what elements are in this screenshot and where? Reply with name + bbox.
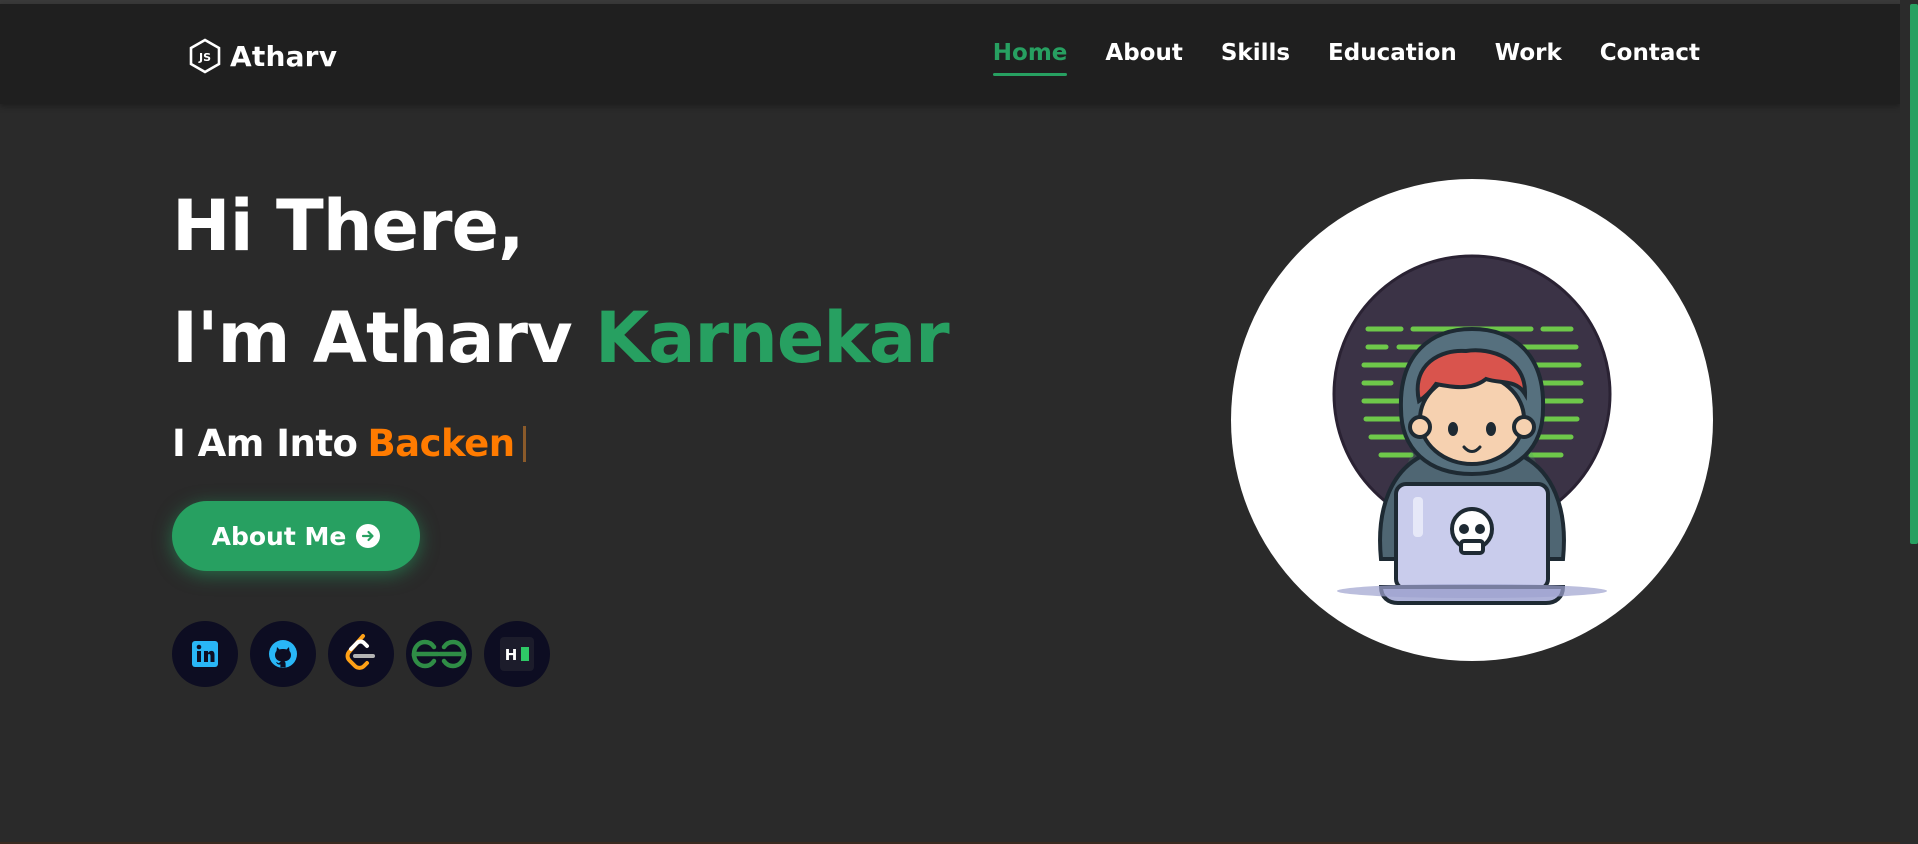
- navbar: JS Atharv Home About Skills Education Wo…: [0, 4, 1900, 104]
- scrollbar-track[interactable]: [1900, 0, 1918, 844]
- arrow-right-icon: [356, 524, 381, 548]
- about-me-button[interactable]: About Me: [172, 501, 420, 571]
- linkedin-icon: [192, 641, 218, 667]
- scrollbar-thumb[interactable]: [1910, 4, 1918, 544]
- hackerrank-icon: H: [500, 637, 534, 671]
- typing-caret: [522, 425, 526, 462]
- nav-home[interactable]: Home: [992, 40, 1067, 76]
- linkedin-link[interactable]: [172, 621, 238, 687]
- nav-education[interactable]: Education: [1328, 40, 1457, 76]
- svg-text:JS: JS: [198, 51, 211, 64]
- leetcode-link[interactable]: [328, 621, 394, 687]
- hero-heading: Hi There, I'm Atharv Karnekar: [172, 170, 950, 394]
- main-nav: Home About Skills Education Work Contact: [992, 40, 1700, 76]
- typing-text: Backen: [367, 422, 515, 465]
- geeksforgeeks-icon: [411, 639, 467, 669]
- typing-line: I Am Into Backen: [172, 422, 949, 465]
- nav-about[interactable]: About: [1105, 40, 1182, 76]
- nav-contact[interactable]: Contact: [1600, 40, 1700, 76]
- hero-section: Hi There, I'm Atharv Karnekar I Am Into …: [172, 170, 950, 687]
- github-icon: [269, 640, 297, 668]
- social-links: H: [172, 621, 949, 687]
- hacker-laptop-illustration: [1332, 254, 1612, 605]
- hero-avatar: [1231, 179, 1713, 661]
- about-me-label: About Me: [211, 521, 347, 551]
- js-hexagon-icon: JS: [189, 38, 221, 74]
- hackerrank-link[interactable]: H: [484, 621, 550, 687]
- geeksforgeeks-link[interactable]: [406, 621, 472, 687]
- hero-greeting: Hi There,: [172, 185, 525, 267]
- typing-prefix: I Am Into: [172, 422, 358, 465]
- github-link[interactable]: [250, 621, 316, 687]
- leetcode-icon: [345, 634, 375, 670]
- brand-logo[interactable]: JS Atharv: [188, 34, 337, 78]
- nav-work[interactable]: Work: [1495, 40, 1562, 76]
- svg-text:H: H: [505, 646, 518, 664]
- nav-skills[interactable]: Skills: [1221, 40, 1290, 76]
- hero-intro-prefix: I'm Atharv: [172, 297, 573, 379]
- brand-name: Atharv: [230, 39, 338, 73]
- hero-intro-accent: Karnekar: [595, 297, 950, 379]
